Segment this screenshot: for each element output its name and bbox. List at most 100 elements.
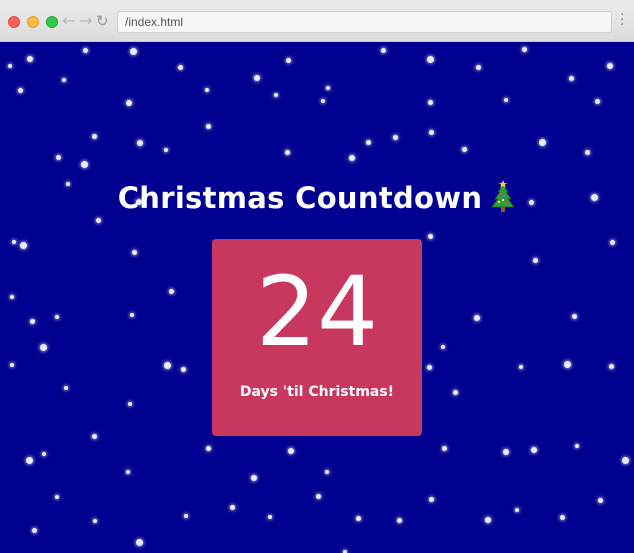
snowflake (95, 217, 101, 223)
christmas-tree-icon (491, 180, 516, 212)
snowflake (62, 78, 66, 82)
snowflake (428, 496, 434, 502)
snowflake (365, 139, 371, 145)
snowflake (135, 538, 143, 546)
snowflake (31, 527, 37, 533)
browser-menu-icon[interactable]: · · · (620, 8, 624, 32)
snowflake (205, 123, 211, 129)
snowflake (563, 360, 571, 368)
snowflake (93, 519, 97, 523)
snowflake (325, 470, 329, 474)
snowflake (321, 99, 325, 103)
snowflake (452, 389, 458, 395)
snowflake (584, 149, 590, 155)
snowflake (597, 497, 603, 503)
close-window-button[interactable] (8, 16, 20, 28)
snowflake (571, 313, 577, 319)
snowflake (126, 470, 130, 474)
snowflake (521, 46, 527, 52)
snowflake (559, 514, 565, 520)
snowflake (19, 241, 27, 249)
snowflake (163, 361, 171, 369)
snowflake (82, 47, 88, 53)
snowflake (274, 93, 278, 97)
snowflake (441, 445, 447, 451)
snowflake (426, 55, 434, 63)
snowflake (91, 133, 97, 139)
snowflake (349, 155, 355, 161)
snowflake (12, 240, 16, 244)
snowflake (229, 504, 235, 510)
snowflake (27, 56, 33, 62)
address-bar[interactable]: /index.html (117, 11, 612, 33)
snowflake (25, 456, 33, 464)
snowflake (288, 448, 294, 454)
snowflake (427, 99, 433, 105)
countdown-label: Days 'til Christmas! (239, 384, 395, 400)
snowflake (519, 365, 523, 369)
snowflake (251, 475, 257, 481)
snowflake (284, 149, 290, 155)
snowflake (515, 508, 519, 512)
page-title-text: Christmas Countdown (117, 181, 483, 215)
countdown-days-value: 24 (255, 256, 379, 368)
snowflake (10, 295, 14, 299)
snowflake (538, 138, 546, 146)
snowflake (428, 129, 434, 135)
snowflake (10, 363, 14, 367)
snowflake (568, 75, 574, 81)
snowflake (129, 47, 137, 55)
snowflake (177, 64, 183, 70)
snowflake (607, 63, 613, 69)
reload-icon[interactable]: ↻ (96, 11, 109, 31)
snowflake (474, 315, 480, 321)
snowflake (326, 86, 330, 90)
snowflake (130, 313, 134, 317)
snowflake (426, 364, 432, 370)
snowflake (285, 57, 291, 63)
snowflake (315, 493, 321, 499)
snowflake (168, 288, 174, 294)
browser-toolbar: ← → ↻ /index.html · · · (0, 0, 634, 42)
snowflake (254, 75, 260, 81)
snowflake (608, 363, 614, 369)
snowflake (532, 257, 538, 263)
snowflake (441, 345, 445, 349)
snowflake (355, 515, 361, 521)
snowflake (131, 249, 137, 255)
snowflake (475, 64, 481, 70)
snowflake (621, 456, 629, 464)
snowflake (268, 515, 272, 519)
snowflake (39, 343, 47, 351)
minimize-window-button[interactable] (27, 16, 39, 28)
snowflake (180, 366, 186, 372)
snowflake (380, 47, 386, 53)
snowflake (55, 495, 59, 499)
snowflake (164, 148, 168, 152)
snowflake (461, 146, 467, 152)
snowflake (64, 386, 68, 390)
snowflake (184, 514, 188, 518)
forward-arrow-icon[interactable]: → (79, 11, 92, 31)
snowflake (594, 98, 600, 104)
snowflake (128, 402, 132, 406)
snowflake (126, 100, 132, 106)
snowflake (42, 452, 46, 456)
snowflake (575, 444, 579, 448)
snowflake (609, 239, 615, 245)
snowflake (91, 433, 97, 439)
back-arrow-icon[interactable]: ← (62, 11, 75, 31)
snowflake (80, 160, 88, 168)
snowflake (392, 134, 398, 140)
snowflake (427, 233, 433, 239)
page-title: Christmas Countdown (0, 180, 634, 215)
snowflake (137, 140, 143, 146)
snowflake (504, 98, 508, 102)
page-content: Christmas Countdown 24 Days 'til Christm… (0, 42, 634, 553)
snowflake (503, 449, 509, 455)
snowflake (531, 447, 537, 453)
snowflake (17, 87, 23, 93)
snowflake (29, 318, 35, 324)
snowflake (205, 88, 209, 92)
maximize-window-button[interactable] (46, 16, 58, 28)
